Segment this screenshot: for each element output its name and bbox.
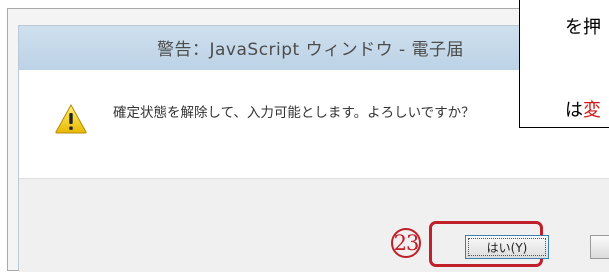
dialog-message: 確定状態を解除して、入力可能とします。よろしいですか？ (113, 105, 475, 121)
callout-text-prefix: は (565, 100, 583, 121)
no-button[interactable] (590, 235, 609, 259)
warning-icon (55, 104, 87, 134)
dialog-title: 警告：JavaScript ウィンドウ - 電子届 (157, 40, 465, 60)
callout-text-line2: は変 (565, 96, 601, 122)
yes-button-label: はい(Y) (468, 238, 546, 256)
step-number-badge: 23 (391, 228, 421, 258)
callout-text-highlight: 変 (583, 100, 601, 121)
callout-text-line1: を押 (565, 17, 601, 38)
yes-button[interactable]: はい(Y) (465, 235, 549, 259)
